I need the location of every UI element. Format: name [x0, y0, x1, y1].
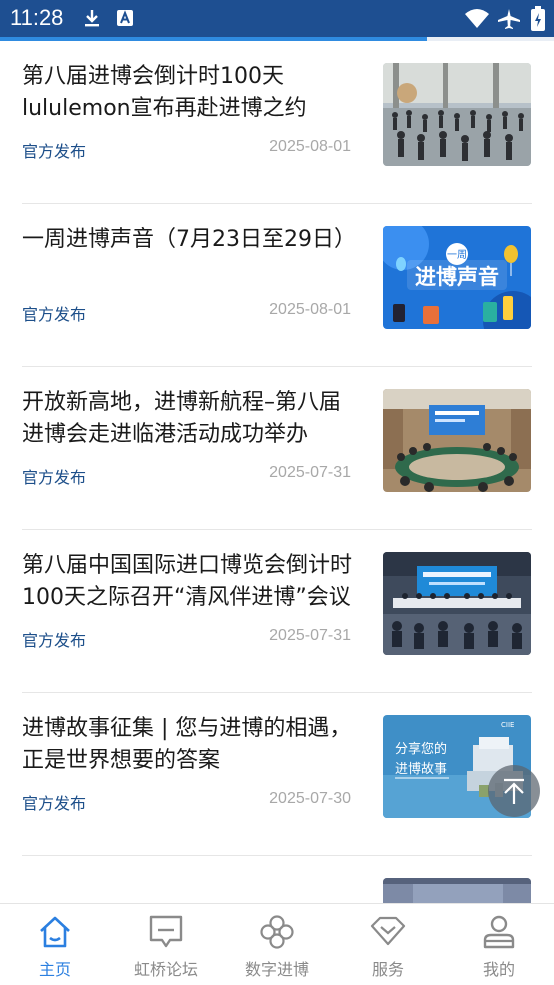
status-time: 11:28: [10, 5, 64, 30]
tab-services[interactable]: 服务: [333, 904, 443, 985]
article-thumbnail-meeting-hall: [383, 552, 531, 655]
app-a-icon: [117, 10, 133, 26]
article-date: 2025-07-31: [269, 464, 351, 481]
bottom-tab-bar: 主页 虹桥论坛 数字进博 服务 我的: [0, 903, 554, 985]
wifi-icon: [465, 9, 489, 28]
diamond-icon: [370, 916, 406, 946]
profile-icon: [483, 915, 515, 949]
article-title: 第八届进博会倒计时100天 lululemon宣布再赴进博之约: [22, 64, 307, 121]
article-item[interactable]: 第八届进博会倒计时100天 lululemon宣布再赴进博之约 官方发布 202…: [0, 41, 554, 204]
article-title: 进博故事征集 | 您与进博的相遇，正是世界想要的答案: [22, 716, 352, 773]
tab-label: 数字进博: [244, 960, 309, 979]
article-item[interactable]: 开放新高地，进博新航程–第八届进博会走进临港活动成功举办 官方发布 2025-0…: [0, 367, 554, 530]
article-date: 2025-07-31: [269, 627, 351, 644]
tab-home[interactable]: 主页: [0, 904, 110, 985]
tab-digital-ciie[interactable]: 数字进博: [222, 904, 332, 985]
article-source: 官方发布: [22, 631, 87, 650]
arrow-up-icon: [504, 778, 524, 804]
article-thumbnail-conference-room: [383, 389, 531, 492]
article-source: 官方发布: [22, 794, 87, 813]
weekly-small-label: 一周: [447, 249, 467, 261]
tab-label: 虹桥论坛: [133, 960, 198, 979]
share-logo: CIIE: [501, 721, 514, 729]
tab-label: 主页: [38, 960, 71, 979]
home-icon: [40, 916, 70, 948]
battery-icon: [531, 6, 545, 31]
article-source: 官方发布: [22, 142, 87, 161]
airplane-icon: [498, 9, 520, 29]
article-thumbnail-weekly-voice: 一周 进博声音: [383, 226, 531, 329]
article-item[interactable]: 一周进博声音（7月23日至29日） 官方发布 2025-08-01 一周 进博声…: [0, 204, 554, 367]
status-bar: 11:28: [0, 0, 554, 37]
article-item[interactable]: 第八届中国国际进口博览会倒计时100天之际召开“清风伴进博”会议 官方发布 20…: [0, 530, 554, 693]
article-date: 2025-08-01: [269, 301, 351, 318]
clover-icon: [260, 915, 294, 949]
weekly-big-label: 进博声音: [415, 265, 499, 289]
article-title: 一周进博声音（7月23日至29日）: [22, 227, 352, 252]
back-to-top-button[interactable]: [488, 765, 540, 817]
share-line2: 进博故事: [395, 762, 447, 777]
article-title: 第八届中国国际进口博览会倒计时100天之际召开“清风伴进博”会议: [22, 553, 352, 610]
article-source: 官方发布: [22, 468, 87, 487]
tab-label: 我的: [482, 960, 515, 979]
download-icon: [85, 10, 99, 27]
article-date: 2025-08-01: [269, 138, 351, 155]
tab-label: 服务: [371, 960, 404, 979]
article-source: 官方发布: [22, 305, 87, 324]
tab-forum[interactable]: 虹桥论坛: [111, 904, 221, 985]
article-thumbnail-yoga-event: [383, 63, 531, 166]
article-date: 2025-07-30: [269, 790, 351, 807]
article-title: 开放新高地，进博新航程–第八届进博会走进临港活动成功举办: [22, 390, 342, 447]
share-line1: 分享您的: [395, 741, 447, 757]
forum-icon: [149, 915, 183, 948]
article-item[interactable]: 进博故事征集 | 您与进博的相遇，正是世界想要的答案 官方发布 2025-07-…: [0, 693, 554, 856]
tab-profile[interactable]: 我的: [444, 904, 554, 985]
